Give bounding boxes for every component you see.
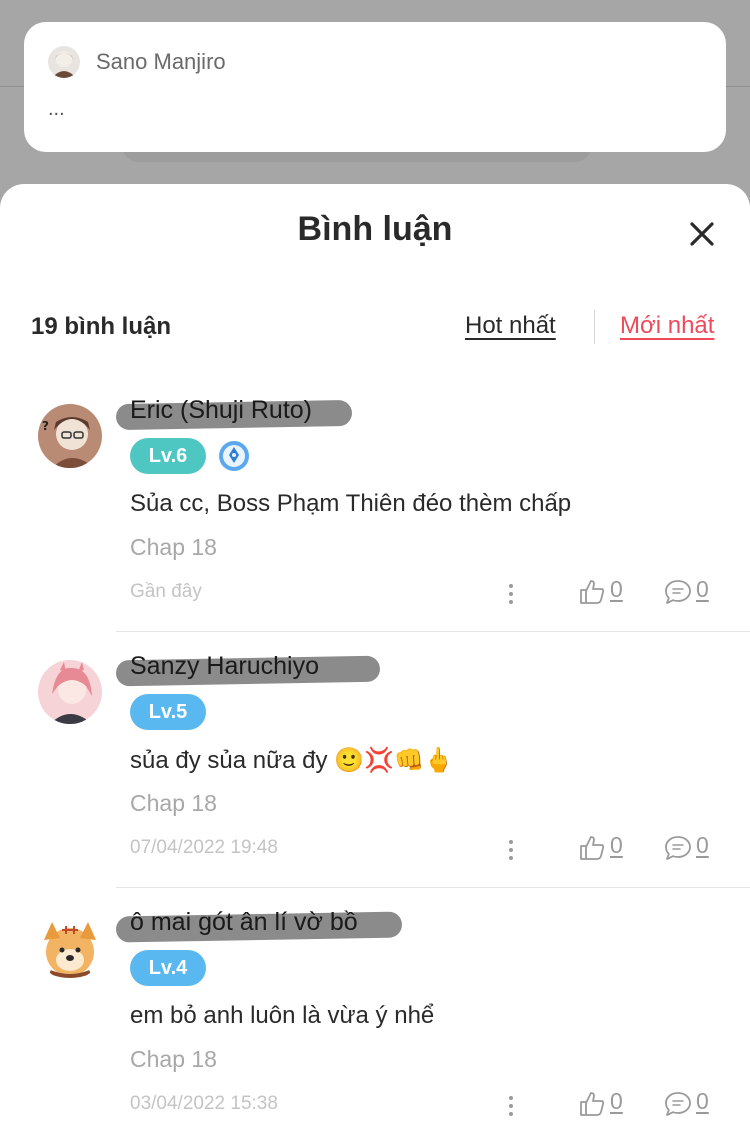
comment-count: 19 bình luận [31,313,172,340]
username-wrap[interactable]: Sanzy Haruchiyo [115,652,381,687]
thumbs-up-icon [580,580,605,604]
sort-hot-tab[interactable]: Hot nhất [465,312,556,340]
thumbs-up-icon [580,1092,605,1116]
reply-count: 0 [696,576,709,602]
reply-button[interactable]: 0 [664,832,716,866]
comment-text: em bỏ anh luôn là vừa ý nhể [130,1002,435,1029]
thumbs-up-icon [580,836,605,860]
comment-bubble-icon [665,580,691,604]
avatar[interactable]: ? [38,404,102,468]
reply-button[interactable]: 0 [664,576,716,610]
more-vertical-icon [509,840,513,860]
timestamp: 07/04/2022 19:48 [130,837,278,858]
like-count: 0 [610,1088,623,1114]
timestamp: 03/04/2022 15:38 [130,1093,278,1114]
reply-count: 0 [696,1088,709,1114]
username: Eric (Shuji Ruto) [130,396,312,424]
notification-author: Sano Manjiro [96,49,226,74]
avatar[interactable] [38,916,102,980]
more-vertical-icon [509,1096,513,1116]
username: Sanzy Haruchiyo [130,652,319,680]
comment-item: ? Eric (Shuji Ruto) Lv.6 Sủa cc, Boss Ph… [0,376,750,632]
sort-divider [594,310,595,344]
chapter-label[interactable]: Chap 18 [130,1046,217,1073]
comments-sheet: Bình luận 19 bình luận Hot nhất Mới nhất… [0,184,750,1125]
chapter-label[interactable]: Chap 18 [130,790,217,817]
close-button[interactable] [684,216,720,252]
reply-count: 0 [696,832,709,858]
username-wrap[interactable]: ô mai gót ân lí vờ bồ [115,908,403,943]
timestamp: Gần đây [130,581,202,602]
pen-badge-icon [218,440,250,472]
level-badge: Lv.5 [130,694,206,730]
level-badge: Lv.6 [130,438,206,474]
more-options-button[interactable] [503,838,519,862]
more-options-button[interactable] [503,1094,519,1118]
comment-text: sủa đy sủa nữa đy 🙂💢👊🖕 [130,747,454,774]
like-button[interactable]: 0 [578,576,628,610]
notification-card[interactable]: Sano Manjiro ... [24,22,726,152]
like-button[interactable]: 0 [578,832,628,866]
reply-button[interactable]: 0 [664,1088,716,1122]
svg-text:?: ? [42,419,49,433]
comment-item: ô mai gót ân lí vờ bồ Lv.4 em bỏ anh luô… [0,888,750,1125]
sort-new-tab[interactable]: Mới nhất [620,312,714,340]
username-wrap[interactable]: Eric (Shuji Ruto) [115,396,353,431]
comment-bubble-icon [665,836,691,860]
close-icon [690,222,714,246]
sheet-title: Bình luận [297,210,453,248]
more-options-button[interactable] [503,582,519,606]
notification-avatar [48,46,80,78]
comment-item: Sanzy Haruchiyo Lv.5 sủa đy sủa nữa đy 🙂… [0,632,750,888]
level-badge: Lv.4 [130,950,206,986]
username: ô mai gót ân lí vờ bồ [130,908,358,936]
notification-text: ... [48,98,65,120]
like-button[interactable]: 0 [578,1088,628,1122]
like-count: 0 [610,832,623,858]
like-count: 0 [610,576,623,602]
more-vertical-icon [509,584,513,604]
comment-bubble-icon [665,1092,691,1116]
avatar[interactable] [38,660,102,724]
comment-text: Sủa cc, Boss Phạm Thiên đéo thèm chấp [130,490,572,517]
chapter-label[interactable]: Chap 18 [130,534,217,561]
